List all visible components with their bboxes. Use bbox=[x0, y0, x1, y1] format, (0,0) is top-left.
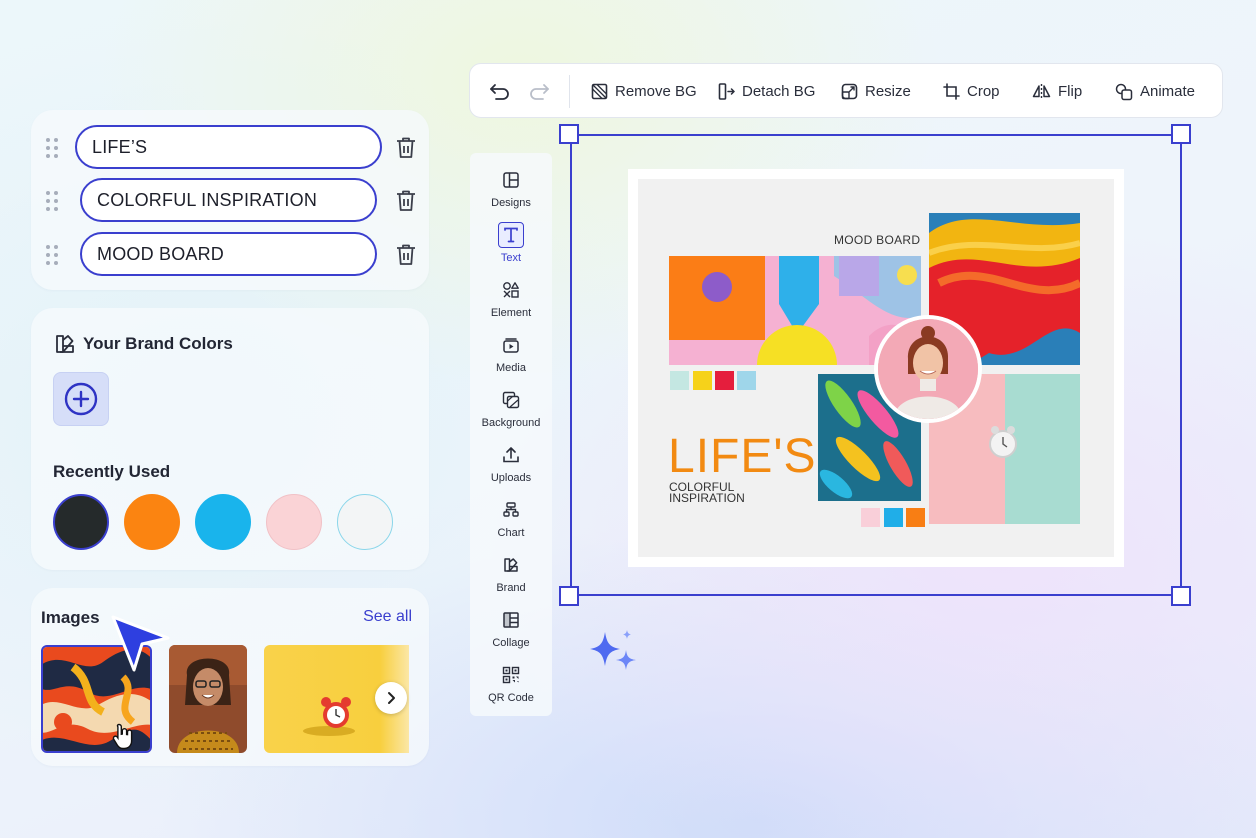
detach-bg-button[interactable]: Detach BG bbox=[718, 64, 815, 119]
trash-icon[interactable] bbox=[394, 135, 418, 161]
crop-label: Crop bbox=[967, 83, 1000, 100]
color-swatch[interactable] bbox=[266, 494, 322, 550]
undo-icon[interactable] bbox=[489, 81, 511, 101]
collage-icon bbox=[503, 612, 519, 628]
selection-frame[interactable] bbox=[570, 134, 1182, 596]
trash-icon[interactable] bbox=[394, 242, 418, 268]
resize-handle-bottom-right[interactable] bbox=[1171, 586, 1191, 606]
color-swatch[interactable] bbox=[53, 494, 109, 550]
text-icon bbox=[504, 227, 518, 243]
remove-bg-label: Remove BG bbox=[615, 83, 697, 100]
rail-item-uploads[interactable]: Uploads bbox=[470, 446, 552, 496]
text-field-row: MOOD BOARD bbox=[31, 232, 429, 278]
background-icon bbox=[502, 391, 520, 409]
upload-icon bbox=[503, 447, 519, 463]
drag-handle-icon[interactable] bbox=[46, 138, 60, 158]
see-all-link[interactable]: See all bbox=[363, 608, 412, 626]
rail-label: Media bbox=[496, 362, 526, 374]
text-field-row: LIFE’S bbox=[31, 125, 429, 171]
rail-item-media[interactable]: Media bbox=[470, 336, 552, 386]
plus-circle-icon bbox=[64, 382, 98, 416]
text-field-colorful-inspiration[interactable]: COLORFUL INSPIRATION bbox=[80, 178, 377, 222]
rail-item-text[interactable]: Text bbox=[470, 222, 552, 276]
rail-item-designs[interactable]: Designs bbox=[470, 171, 552, 221]
remove-bg-button[interactable]: Remove BG bbox=[591, 64, 697, 119]
rail-label: Designs bbox=[491, 197, 531, 209]
image-toolbar: Remove BG Detach BG Resize Crop Flip Ani… bbox=[469, 63, 1223, 118]
drag-handle-icon[interactable] bbox=[46, 245, 60, 265]
rail-item-element[interactable]: Element bbox=[470, 281, 552, 331]
media-icon bbox=[503, 338, 519, 353]
brand-icon bbox=[504, 558, 518, 572]
rail-item-collage[interactable]: Collage bbox=[470, 611, 552, 661]
text-field-lifes[interactable]: LIFE’S bbox=[75, 125, 382, 169]
resize-icon bbox=[841, 83, 858, 100]
chart-icon bbox=[503, 502, 519, 517]
brand-colors-title: Your Brand Colors bbox=[83, 334, 233, 353]
remove-background-icon bbox=[591, 83, 608, 100]
next-images-button[interactable] bbox=[375, 682, 407, 714]
brand-icon bbox=[56, 335, 74, 353]
detach-bg-label: Detach BG bbox=[742, 83, 816, 100]
crop-icon bbox=[943, 83, 960, 100]
rail-label: Uploads bbox=[490, 472, 532, 484]
side-navigation-rail: Designs Text Element Media Background Up… bbox=[470, 153, 552, 716]
pointer-cursor-icon bbox=[111, 615, 170, 672]
resize-button[interactable]: Resize bbox=[841, 64, 911, 119]
sparkle-icon bbox=[590, 630, 636, 670]
recently-used-title: Recently Used bbox=[53, 462, 171, 481]
animate-label: Animate bbox=[1140, 83, 1196, 100]
text-fields-panel: LIFE’S COLORFUL INSPIRATION MOOD BOARD bbox=[31, 110, 429, 290]
animate-icon bbox=[1115, 83, 1133, 100]
resize-handle-top-right[interactable] bbox=[1171, 124, 1191, 144]
color-swatch[interactable] bbox=[124, 494, 180, 550]
shapes-icon bbox=[503, 282, 519, 298]
resize-handle-top-left[interactable] bbox=[559, 124, 579, 144]
flip-icon bbox=[1032, 84, 1051, 99]
flip-label: Flip bbox=[1058, 83, 1083, 100]
text-field-mood-board[interactable]: MOOD BOARD bbox=[80, 232, 377, 276]
resize-handle-bottom-left[interactable] bbox=[559, 586, 579, 606]
text-field-row: COLORFUL INSPIRATION bbox=[31, 178, 429, 224]
image-thumbnail-man[interactable] bbox=[169, 645, 247, 753]
add-brand-color-button[interactable] bbox=[53, 372, 109, 426]
rail-label: Brand bbox=[496, 582, 526, 594]
rail-label: Text bbox=[500, 252, 522, 264]
detach-background-icon bbox=[718, 83, 735, 100]
flip-button[interactable]: Flip bbox=[1032, 64, 1082, 119]
rail-item-background[interactable]: Background bbox=[470, 391, 552, 441]
redo-icon[interactable] bbox=[528, 81, 550, 101]
toolbar-divider bbox=[569, 75, 570, 108]
color-swatch[interactable] bbox=[195, 494, 251, 550]
qr-code-icon bbox=[502, 666, 520, 684]
rail-label: Background bbox=[481, 417, 541, 429]
layout-icon bbox=[503, 172, 519, 188]
resize-label: Resize bbox=[865, 83, 911, 100]
rail-label: Element bbox=[490, 307, 532, 319]
images-title: Images bbox=[41, 608, 100, 627]
crop-button[interactable]: Crop bbox=[943, 64, 1000, 119]
trash-icon[interactable] bbox=[394, 188, 418, 214]
rail-label: Collage bbox=[492, 637, 530, 649]
rail-label: Chart bbox=[497, 527, 525, 539]
rail-item-brand[interactable]: Brand bbox=[470, 556, 552, 606]
man-portrait-image bbox=[169, 645, 247, 753]
brand-colors-panel: Your Brand Colors Recently Used bbox=[31, 308, 429, 570]
drag-handle-icon[interactable] bbox=[46, 191, 60, 211]
color-swatch[interactable] bbox=[337, 494, 393, 550]
rail-item-chart[interactable]: Chart bbox=[470, 501, 552, 551]
animate-button[interactable]: Animate bbox=[1115, 64, 1195, 119]
hand-cursor-icon bbox=[112, 723, 133, 750]
rail-label: QR Code bbox=[488, 692, 534, 704]
rail-item-qr-code[interactable]: QR Code bbox=[470, 666, 552, 716]
images-panel: Images See all bbox=[31, 588, 429, 766]
chevron-right-icon bbox=[388, 692, 395, 704]
